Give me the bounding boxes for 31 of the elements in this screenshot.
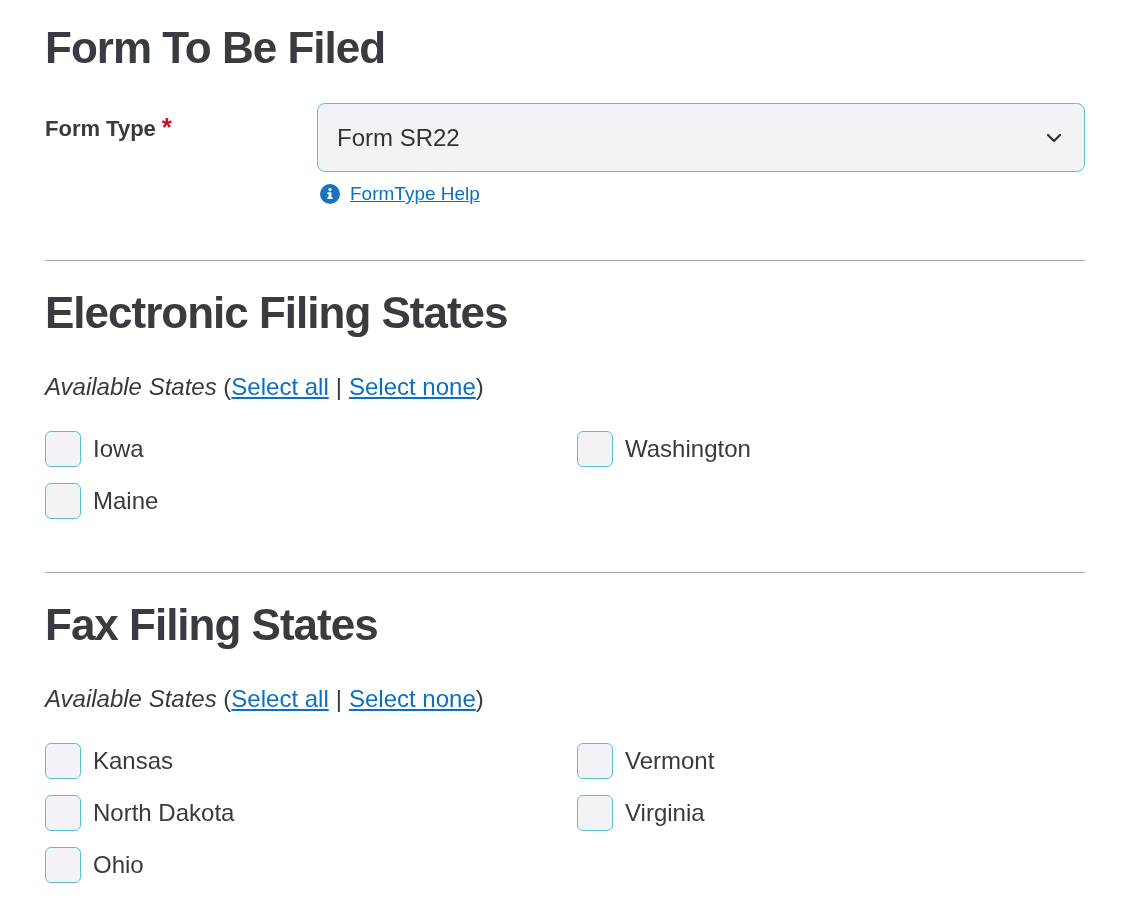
checkbox[interactable] — [577, 743, 613, 779]
select-all-link[interactable]: Select all — [231, 685, 329, 712]
info-icon — [320, 184, 340, 204]
checkbox[interactable] — [577, 431, 613, 467]
checkbox[interactable] — [45, 847, 81, 883]
checkbox[interactable] — [577, 795, 613, 831]
help-link[interactable]: FormType Help — [350, 182, 480, 206]
section-heading: Electronic Filing States — [45, 287, 509, 339]
form-type-select[interactable]: Form SR22 — [317, 103, 1085, 172]
section-heading: Fax Filing States — [45, 599, 379, 651]
checkbox[interactable] — [45, 743, 81, 779]
state-label[interactable]: Vermont — [625, 746, 715, 776]
checkbox[interactable] — [45, 431, 81, 467]
select-none-link[interactable]: Select none — [348, 685, 476, 712]
available-states-line: Available States (Select all | Select none) — [45, 373, 485, 401]
state-label[interactable]: Ohio — [93, 850, 144, 880]
required-asterisk: * — [161, 115, 172, 139]
select-none-link[interactable]: Select none — [348, 373, 476, 400]
field-label: Form Type — [45, 115, 156, 143]
state-label[interactable]: Iowa — [93, 434, 144, 464]
state-label[interactable]: Maine — [93, 486, 159, 516]
checkbox[interactable] — [45, 483, 81, 519]
checkbox[interactable] — [45, 795, 81, 831]
state-label[interactable]: Kansas — [93, 746, 174, 776]
section-heading: Form To Be Filed — [45, 22, 387, 74]
select-all-link[interactable]: Select all — [231, 373, 329, 400]
state-label[interactable]: North Dakota — [93, 798, 235, 828]
available-states-line: Available States (Select all | Select none) — [45, 685, 485, 713]
state-label[interactable]: Washington — [625, 434, 751, 464]
state-label[interactable]: Virginia — [625, 798, 705, 828]
chevron-down-icon — [1046, 132, 1062, 143]
